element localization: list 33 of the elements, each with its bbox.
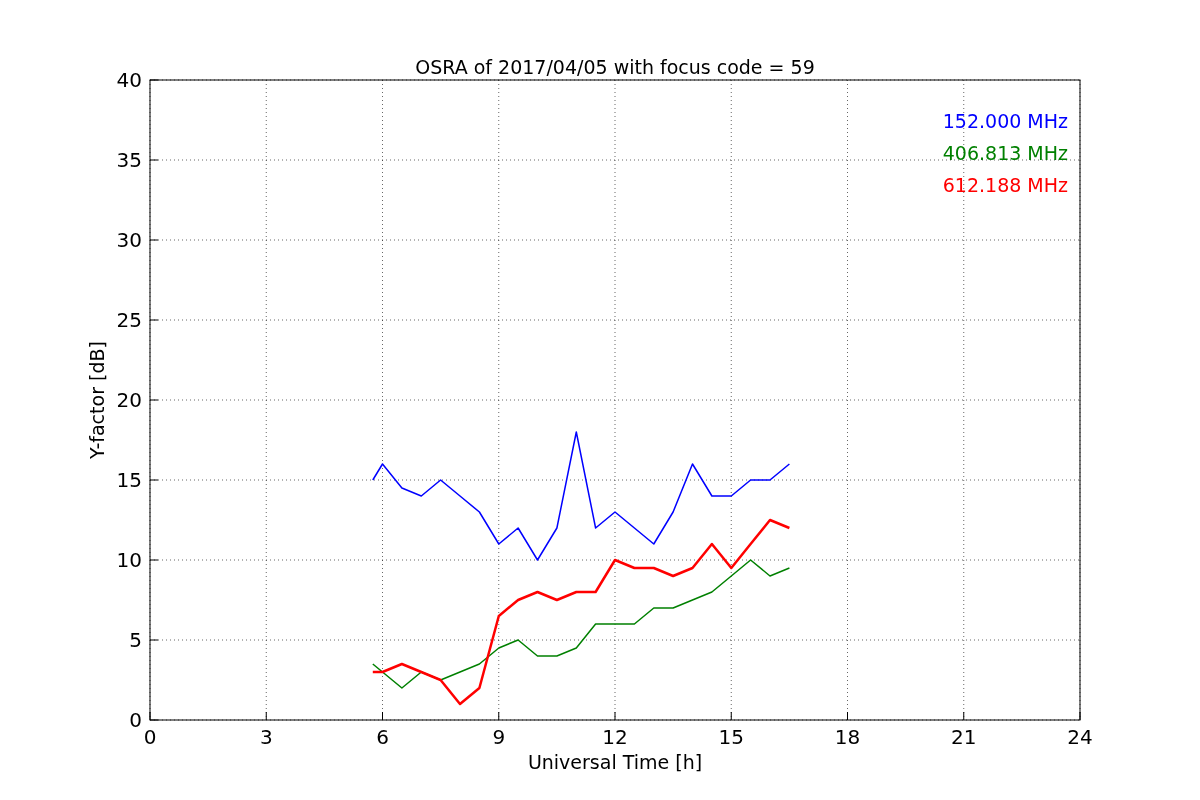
legend-label: 612.188 MHz [942,174,1068,196]
y-tick-label: 35 [116,148,142,172]
y-tick-label: 40 [116,68,142,92]
tick-mark [614,711,616,721]
tick-mark [149,79,159,81]
x-tick-label: 0 [143,725,157,749]
x-tick-label: 18 [834,725,861,749]
tick-mark [265,711,267,721]
legend-label: 152.000 MHz [942,110,1068,132]
tick-mark [1079,711,1081,721]
tick-mark [847,711,848,721]
x-tick-label: 3 [259,725,273,749]
tick-mark [730,711,732,721]
y-tick-label: 25 [116,308,142,332]
legend-label: 406.813 MHz [942,142,1068,164]
x-tick-label: 6 [376,725,389,749]
y-tick-label: 15 [116,468,142,492]
y-tick-label: 0 [129,708,142,732]
y-tick-label: 5 [129,628,142,652]
x-tick-label: 9 [492,725,506,749]
x-tick-label: 15 [718,725,744,749]
x-axis-label: Universal Time [h] [527,751,703,773]
y-tick-label: 10 [116,548,142,572]
x-tick-label: 21 [951,725,977,749]
tick-mark [382,711,383,721]
tick-mark [963,711,965,721]
y-tick-label: 20 [116,388,142,412]
chart-title: OSRA of 2017/04/05 with focus code = 59 [415,56,815,78]
y-tick-label: 30 [116,228,142,252]
x-tick-label: 24 [1067,725,1093,749]
y-axis-label: Y-factor [dB] [86,341,108,459]
tick-mark [498,711,500,721]
x-tick-label: 12 [602,725,628,749]
